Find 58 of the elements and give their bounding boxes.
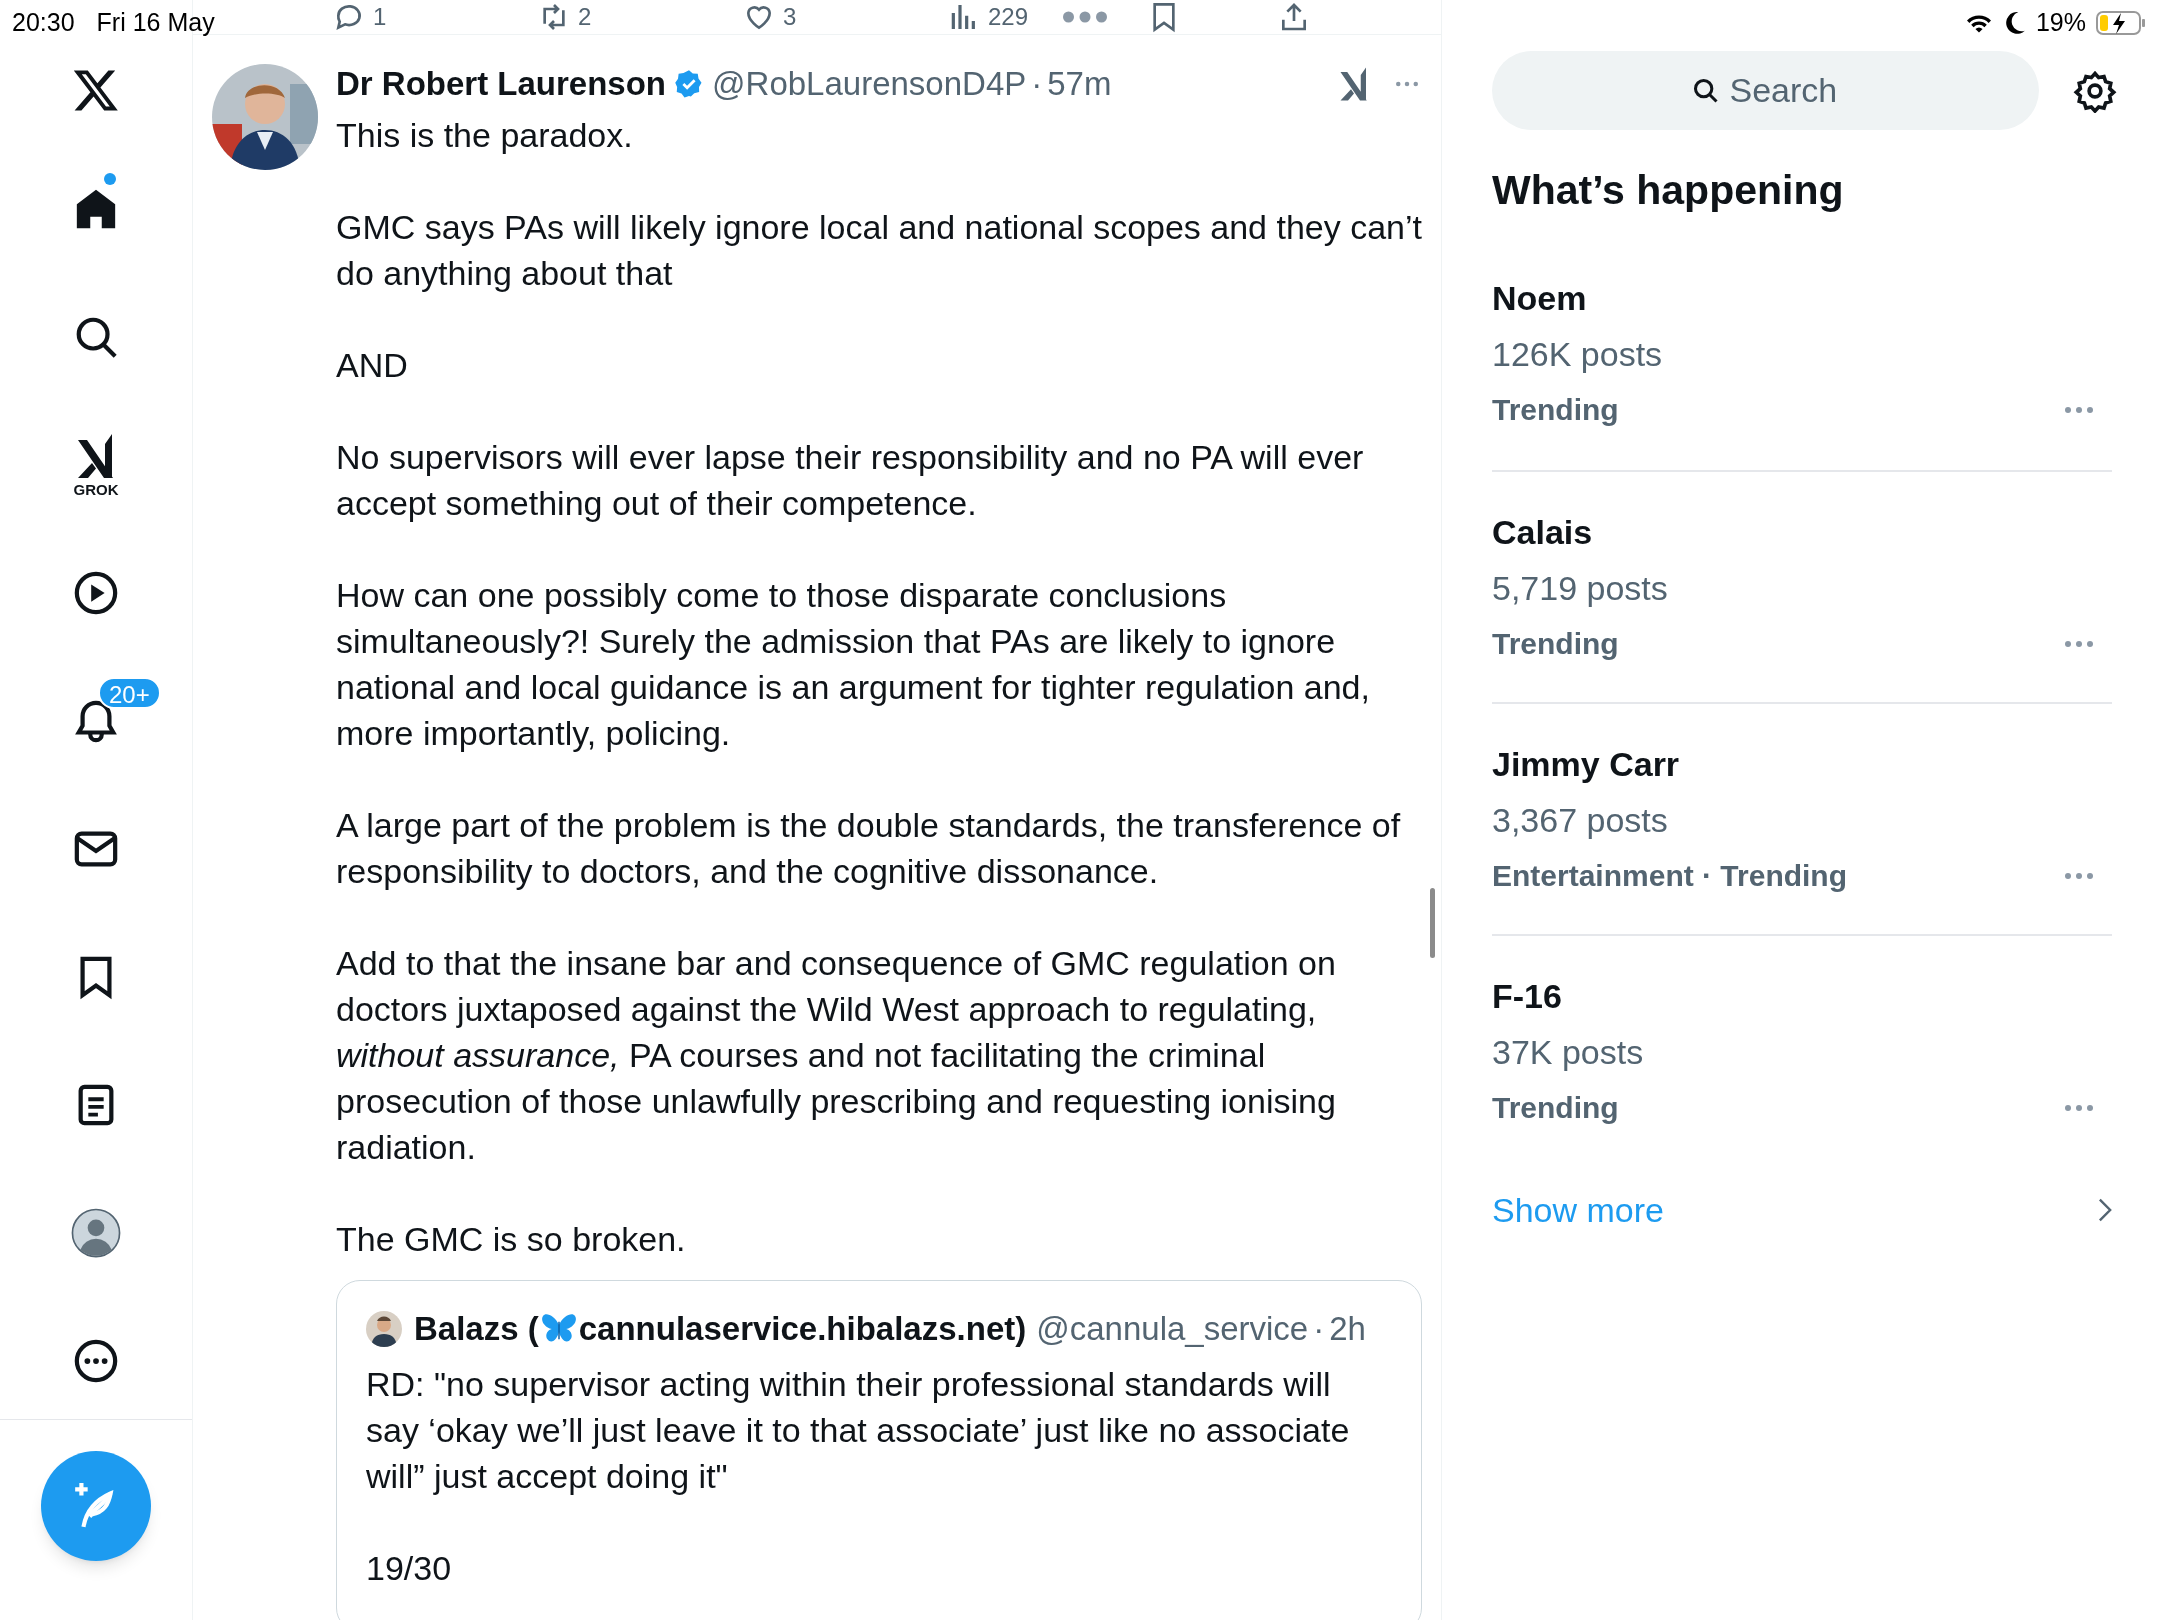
moon-icon <box>2003 10 2026 35</box>
battery-icon <box>2096 9 2146 36</box>
trend-context: Trending <box>1492 625 1619 662</box>
post-paragraph: The GMC is so broken. <box>336 1219 687 1260</box>
separator-dot: · <box>1031 64 1043 105</box>
post-paragraph: Add to that the insane bar and consequence of GMC regulation on doctors juxtaposed against the Wild West approach to regulating, without assurance, PA courses and not facilitating the criminal prosecution of those unlawfully prescribing and requesting ionising radiation. <box>336 943 1337 1168</box>
trend-context: Entertainment · Trending <box>1492 857 1848 894</box>
trend-context: Trending <box>1492 1089 1619 1126</box>
like-button[interactable]: 3 <box>743 0 797 34</box>
trend-name: Jimmy Carr <box>1492 743 1680 785</box>
trend-item[interactable]: Noem 126K posts Trending <box>1492 256 2112 472</box>
notification-badge: 20+ <box>98 677 161 709</box>
status-time: 20:30 <box>12 7 75 38</box>
post-paragraph: GMC says PAs will likely ignore local and national scopes and they can’t do anything about that <box>336 207 1422 294</box>
play-icon[interactable] <box>73 570 119 616</box>
trend-post-count: 3,367 posts <box>1492 799 1668 841</box>
reply-button[interactable]: 1 <box>333 0 387 34</box>
battery-percentage: 19% <box>2035 7 2086 38</box>
post-paragraph: How can one possibly come to those disparate conclusions simultaneously?! Surely the admission that PAs are likely to ignore national and local guidance is an argument for tighter regulation and, more importantly, policing. <box>336 575 1371 754</box>
avatar-icon[interactable] <box>71 1208 121 1258</box>
trend-name: Calais <box>1492 511 1593 553</box>
trend-item[interactable]: F-16 37K posts Trending <box>1492 935 2112 1168</box>
quoted-paragraph: 19/30 <box>366 1548 453 1589</box>
search-bar[interactable]: Search <box>1492 51 2039 130</box>
quoted-author-handle[interactable]: @cannula_service <box>1036 1304 1309 1354</box>
search-icon <box>1691 76 1720 105</box>
post-paragraph: A large part of the problem is the double standards, the transference of responsibility to doctors, and the cognitive dissonance. <box>336 805 1402 892</box>
author-handle[interactable]: @RobLaurensonD4P <box>712 59 1027 109</box>
section-heading: What’s happening <box>1492 166 1845 215</box>
post-paragraph: This is the paradox. <box>336 115 634 156</box>
post-paragraph: No supervisors will ever lapse their responsibility and no PA will ever accept something out of their competence. <box>336 437 1365 524</box>
dots-icon <box>1063 11 1107 23</box>
trend-post-count: 126K posts <box>1492 333 1663 375</box>
quoted-post-time: 2h <box>1329 1309 1366 1350</box>
post-paragraph: AND <box>336 345 409 386</box>
trend-post-count: 5,719 posts <box>1492 567 1668 609</box>
trend-item[interactable]: Calais 5,719 posts Trending <box>1492 471 2112 704</box>
separator-dot: · <box>1313 1309 1325 1350</box>
quoted-author-name[interactable]: Balazs ( <box>414 1304 539 1354</box>
chevron-icon <box>2098 1198 2112 1222</box>
quoted-paragraph: RD: "no supervisor acting within their professional standards will say ‘okay we’ll just leave it to that associate’ just like no associate will” just accept doing it" <box>366 1364 1351 1497</box>
trend-post-count: 37K posts <box>1492 1031 1644 1073</box>
quoted-author-name[interactable]: cannulaservice.hibalazs.net) <box>578 1304 1027 1354</box>
repost-button[interactable]: 2 <box>538 0 592 34</box>
settings-icon[interactable] <box>2073 68 2117 113</box>
trend-name: F-16 <box>1492 975 1562 1017</box>
scrollbar <box>1430 888 1435 958</box>
post-time: 57m <box>1047 64 1112 105</box>
trend-item[interactable]: Jimmy Carr 3,367 posts Entertainment · Trending <box>1492 703 2112 936</box>
avatar <box>366 1311 402 1347</box>
views-button[interactable]: 229 <box>948 0 1029 34</box>
author-name[interactable]: Dr Robert Laurenson <box>336 59 667 109</box>
status-date: Fri 16 May <box>96 7 215 38</box>
trend-context: Trending <box>1492 391 1619 428</box>
trend-name: Noem <box>1492 277 1587 319</box>
search-field[interactable]: Search <box>1729 65 1840 116</box>
more-icon[interactable] <box>73 1338 119 1384</box>
grok-label: GROK <box>73 482 119 498</box>
